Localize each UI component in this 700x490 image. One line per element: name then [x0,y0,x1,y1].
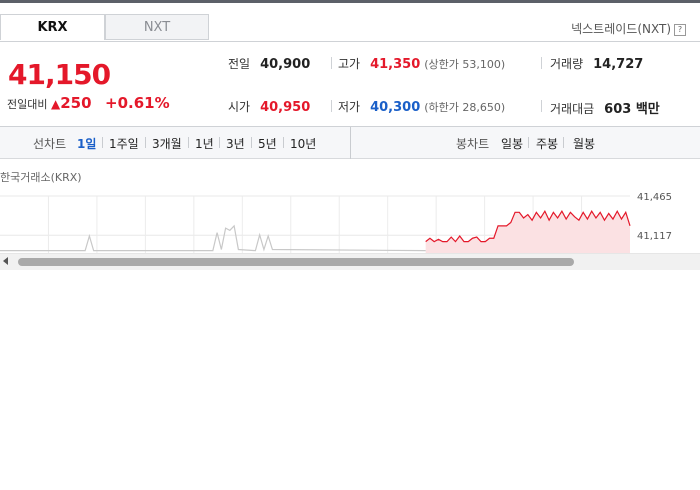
y-tick-label: 41,465 [637,192,672,203]
divider [188,137,189,148]
divider [528,137,529,148]
stat-value: 14,727 [593,57,644,72]
period-5y[interactable]: 5년 [258,135,277,152]
stat-value: 40,900 [260,57,311,72]
period-bar: 선차트 1일 1주일 3개월 1년 3년 5년 10년 봉차트 일봉 주봉 월봉 [0,127,700,159]
period-1w[interactable]: 1주일 [109,135,139,152]
period-1y[interactable]: 1년 [195,135,214,152]
stat-label: 저가 [338,100,361,114]
period-10y[interactable]: 10년 [290,135,316,152]
change-percent: +0.61% [105,94,170,112]
period-1d[interactable]: 1일 [77,135,96,152]
tab-nxt[interactable]: NXT [105,14,209,40]
divider [541,100,542,112]
stat-amount: 거래대금 603 백만 [550,98,660,117]
quote-panel: 41,150 전일대비 ▲250 +0.61% 전일 40,900 고가 41,35… [0,41,700,127]
stat-value: 41,350 [370,57,421,72]
candle-daily[interactable]: 일봉 [501,135,523,152]
chart-scrollbar[interactable] [0,253,700,270]
nxt-link-label: 넥스트레이드(NXT) [571,22,671,36]
divider [331,57,332,69]
divider [251,137,252,148]
market-tabs: KRX NXT [0,14,209,42]
divider [145,137,146,148]
stat-prev-close: 전일 40,900 [228,55,310,72]
stat-label: 고가 [338,57,361,71]
candle-weekly[interactable]: 주봉 [536,135,558,152]
divider [219,137,220,148]
change-amount: 250 [60,94,92,112]
y-tick-label: 41,117 [637,231,672,242]
prior_session-line [0,224,426,252]
tab-krx[interactable]: KRX [0,14,105,40]
scroll-thumb[interactable] [18,258,574,266]
stat-open: 시가 40,950 [228,98,310,115]
today-area-fill [425,211,630,254]
stat-label: 전일 [228,57,251,71]
change-label: 전일대비 [7,98,48,111]
line-chart-label: 선차트 [33,137,67,151]
price-chart: 41,465 41,117 [0,192,672,254]
divider [331,100,332,112]
stat-volume: 거래량 14,727 [550,55,643,72]
period-3y[interactable]: 3년 [226,135,245,152]
stat-value: 603 백만 [604,102,660,117]
divider [350,127,351,159]
stat-low: 저가 40,300 (하한가 28,650) [338,98,505,115]
stat-value: 40,950 [260,100,311,115]
nxt-link[interactable]: 넥스트레이드(NXT)? [571,20,686,37]
divider [563,137,564,148]
stat-high: 고가 41,350 (상한가 53,100) [338,55,505,72]
stat-label: 시가 [228,100,251,114]
divider [102,137,103,148]
current-price: 41,150 [8,58,111,91]
price-change: 전일대비 ▲250 +0.61% [7,94,170,112]
stat-value: 40,300 [370,100,421,115]
top-border [0,0,700,3]
candle-monthly[interactable]: 월봉 [573,135,595,152]
help-icon[interactable]: ? [674,24,686,36]
up-triangle-icon: ▲ [50,97,61,111]
lower-limit: (하한가 28,650) [424,101,506,114]
scroll-left-arrow-icon[interactable] [3,257,8,265]
upper-limit: (상한가 53,100) [424,58,506,71]
period-3m[interactable]: 3개월 [152,135,182,152]
stat-label: 거래대금 [550,102,595,116]
divider [541,57,542,69]
divider [283,137,284,148]
stat-label: 거래량 [550,57,584,71]
candle-chart-label: 봉차트 [456,137,490,151]
chart-title: 한국거래소(KRX) [0,171,82,184]
